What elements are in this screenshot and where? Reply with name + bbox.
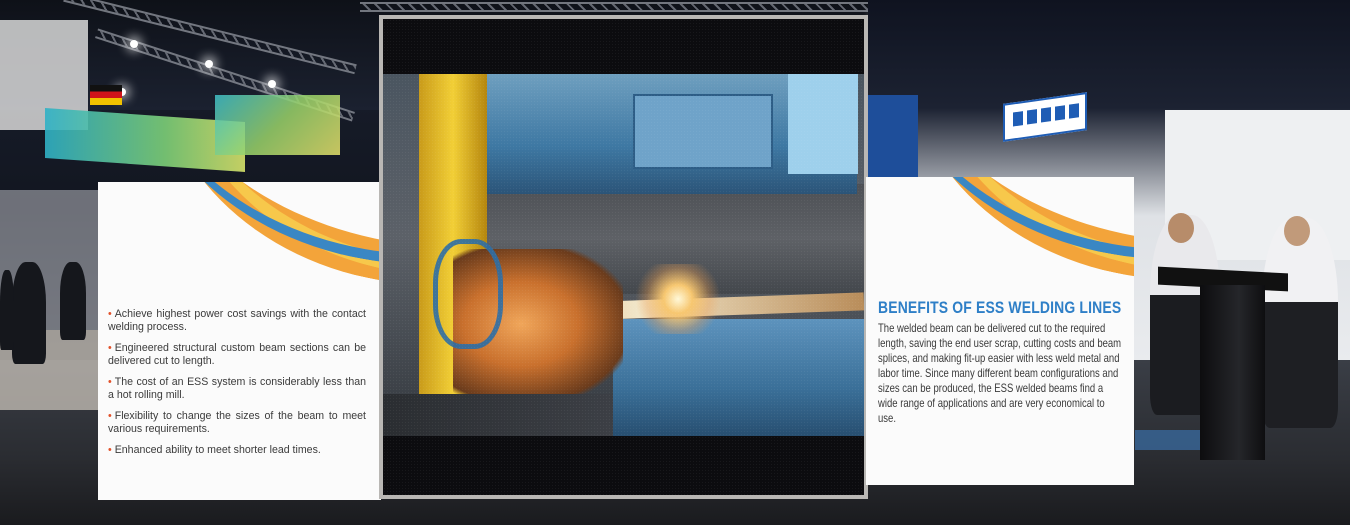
floor-step — [1135, 430, 1205, 450]
presenter-head — [1284, 216, 1310, 246]
visitor-silhouette — [12, 262, 46, 364]
trade-show-booth-scene: • Achieve highest power cost savings with… — [0, 0, 1350, 525]
ceiling-light — [130, 40, 138, 48]
bullet-item: • Achieve highest power cost savings with… — [108, 308, 366, 333]
booth-sign-cube — [215, 95, 340, 155]
panel-swoosh-blue — [866, 177, 1134, 300]
ceiling-light — [268, 80, 276, 88]
panel-swoosh-blue — [107, 182, 381, 305]
bullet-item: • Engineered structural custom beam secti… — [108, 342, 366, 367]
presenter-silhouette — [1262, 218, 1338, 428]
welding-spark-glow — [633, 264, 723, 334]
welding-line-video-frame — [383, 74, 864, 436]
led-screen-frame — [379, 15, 868, 499]
blue-cabinet — [788, 74, 858, 174]
ceiling-light — [205, 60, 213, 68]
bullet-item: • The cost of an ESS system is considerab… — [108, 376, 366, 401]
german-flag — [90, 85, 122, 105]
lower-base — [383, 394, 613, 436]
blue-roller-housing — [633, 94, 773, 169]
presenter-head — [1168, 213, 1194, 243]
podium — [1200, 285, 1265, 460]
cable-bundle — [433, 239, 503, 349]
visitor-silhouette — [0, 270, 14, 350]
visitor-silhouette — [60, 262, 86, 340]
right-info-panel: BENEFITS OF ESS WELDING LINES The welded… — [866, 177, 1134, 485]
ceiling-truss — [360, 2, 920, 12]
bullet-item: • Flexibility to change the sizes of the … — [108, 410, 366, 435]
bullet-item: • Enhanced ability to meet shorter lead t… — [108, 444, 321, 456]
blue-machine-lower — [613, 319, 864, 436]
led-screen — [383, 19, 864, 495]
panel-heading: BENEFITS OF ESS WELDING LINES — [878, 298, 1122, 317]
benefit-bullet-list: • Achieve highest power cost savings with… — [108, 308, 366, 465]
blue-pillar — [866, 95, 918, 180]
panel-body-text: The welded beam can be delivered cut to … — [878, 322, 1122, 425]
left-info-panel: • Achieve highest power cost savings with… — [98, 182, 381, 500]
